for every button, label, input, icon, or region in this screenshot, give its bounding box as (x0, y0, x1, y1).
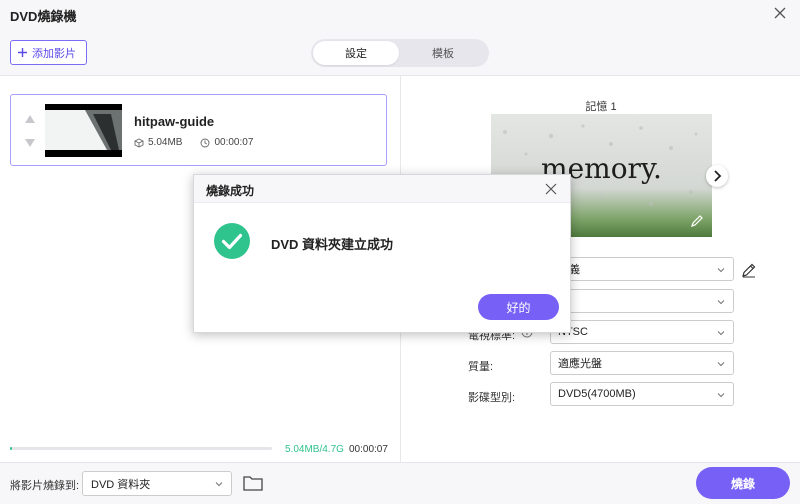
video-name: hitpaw-guide (134, 114, 215, 129)
menu-select[interactable]: 定義 (550, 257, 734, 281)
title-bar: DVD燒錄機 (0, 0, 800, 28)
add-video-button[interactable]: 添加影片 (10, 40, 87, 65)
video-thumbnail (45, 104, 122, 157)
plus-icon (18, 48, 27, 57)
capacity-progress-bar (10, 447, 272, 450)
quality-label: 質量: (468, 361, 494, 373)
chevron-down-icon (717, 393, 725, 398)
chevron-down-icon (717, 362, 725, 367)
disc-type-value: DVD5(4700MB) (558, 388, 636, 400)
chevron-right-icon (714, 170, 722, 182)
total-duration: 00:00:07 (349, 444, 388, 455)
capacity-text: 5.04MB/4.7G (285, 444, 344, 455)
ok-button[interactable]: 好的 (478, 294, 559, 320)
destination-value: DVD 資料夾 (91, 478, 151, 491)
success-dialog: 燒錄成功 DVD 資料夾建立成功 好的 (193, 174, 571, 333)
video-list-item[interactable]: hitpaw-guide 5.04MB 00:00:07 (10, 94, 387, 166)
folder-icon[interactable] (243, 475, 263, 491)
toolbar: 添加影片 設定 模板 (0, 28, 800, 76)
chevron-down-icon (717, 331, 725, 336)
app-title: DVD燒錄機 (10, 9, 77, 24)
burn-to-label: 將影片燒錄到: (10, 480, 80, 492)
tab-settings[interactable]: 設定 (313, 41, 399, 65)
video-size: 5.04MB (148, 137, 183, 148)
aspect-ratio-select[interactable]: /9 (550, 289, 734, 313)
chevron-down-icon (717, 268, 725, 273)
disc-type-select[interactable]: DVD5(4700MB) (550, 382, 734, 406)
check-circle-icon (214, 223, 250, 259)
destination-select[interactable]: DVD 資料夾 (82, 471, 232, 496)
dialog-header: 燒錄成功 (194, 175, 570, 203)
clock-icon (201, 138, 210, 147)
video-duration: 00:00:07 (214, 137, 254, 148)
quality-value: 適應光盤 (558, 358, 602, 370)
pencil-icon[interactable] (741, 262, 757, 278)
sort-arrows-icon[interactable] (24, 113, 36, 149)
chevron-down-icon (215, 482, 223, 487)
tv-standard-select[interactable]: NTSC (550, 320, 734, 344)
tab-switcher: 設定 模板 (311, 39, 489, 67)
edit-preview-icon[interactable] (690, 214, 704, 228)
close-icon[interactable] (544, 182, 558, 196)
add-video-label: 添加影片 (32, 47, 76, 60)
next-template-button[interactable] (706, 165, 728, 187)
close-icon[interactable] (772, 5, 788, 21)
video-meta: 5.04MB 00:00:07 (134, 137, 253, 148)
disc-type-label: 影碟型別: (468, 392, 516, 404)
preview-title: 記憶 1 (585, 101, 617, 113)
burn-button[interactable]: 燒錄 (696, 467, 790, 499)
tab-templates[interactable]: 模板 (399, 41, 487, 65)
chevron-down-icon (717, 300, 725, 305)
dialog-title: 燒錄成功 (206, 184, 255, 198)
quality-select[interactable]: 適應光盤 (550, 351, 734, 375)
dialog-message: DVD 資料夾建立成功 (271, 237, 394, 252)
capacity-progress-fill (10, 447, 12, 450)
cube-icon (134, 137, 144, 148)
